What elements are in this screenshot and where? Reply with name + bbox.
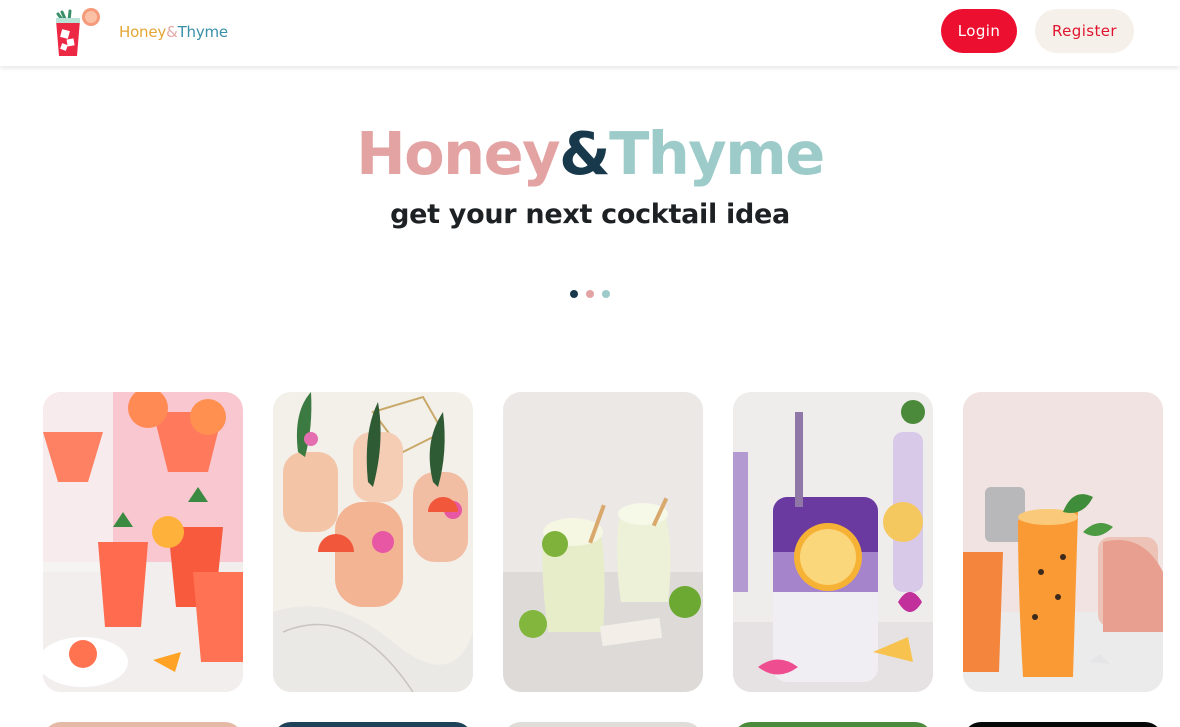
login-button[interactable]: Login bbox=[941, 9, 1017, 53]
grapefruit-cocktails-photo bbox=[43, 392, 243, 692]
hero-title-honey: Honey bbox=[356, 119, 560, 188]
hero-title-ampersand: & bbox=[559, 119, 610, 188]
cocktail-card[interactable] bbox=[43, 722, 243, 727]
passionfruit-cocktail-photo bbox=[963, 392, 1163, 692]
carousel-dot[interactable] bbox=[602, 290, 610, 298]
lavender-lemonade-photo bbox=[733, 392, 933, 692]
carousel-dot[interactable] bbox=[570, 290, 578, 298]
cocktail-card[interactable] bbox=[733, 392, 933, 692]
cocktail-card[interactable] bbox=[733, 722, 933, 727]
register-button[interactable]: Register bbox=[1035, 9, 1134, 53]
hero-title: Honey&Thyme bbox=[0, 118, 1180, 190]
hero-subtitle: get your next cocktail idea bbox=[390, 199, 790, 230]
cocktail-card[interactable] bbox=[273, 392, 473, 692]
brand-link[interactable]: Honey&Thyme bbox=[50, 6, 228, 58]
cocktail-card[interactable] bbox=[273, 722, 473, 727]
brand-word-thyme: Thyme bbox=[177, 23, 229, 41]
brand-ampersand: & bbox=[166, 23, 178, 41]
brand-name: Honey&Thyme bbox=[119, 23, 228, 41]
frozen-margaritas-photo bbox=[503, 392, 703, 692]
cocktail-glass-icon bbox=[56, 8, 100, 56]
cocktail-card[interactable] bbox=[503, 392, 703, 692]
hero-title-thyme: Thyme bbox=[609, 119, 825, 188]
cocktail-card[interactable] bbox=[963, 392, 1163, 692]
carousel-indicator bbox=[570, 290, 610, 298]
cocktail-card[interactable] bbox=[503, 722, 703, 727]
brand-word-honey: Honey bbox=[119, 23, 167, 41]
tropical-grapefruit-cocktails-photo bbox=[273, 392, 473, 692]
navbar: Honey&Thyme Login Register bbox=[0, 0, 1180, 66]
carousel-dot[interactable] bbox=[586, 290, 594, 298]
cocktail-card[interactable] bbox=[43, 392, 243, 692]
cocktail-card[interactable] bbox=[963, 722, 1163, 727]
